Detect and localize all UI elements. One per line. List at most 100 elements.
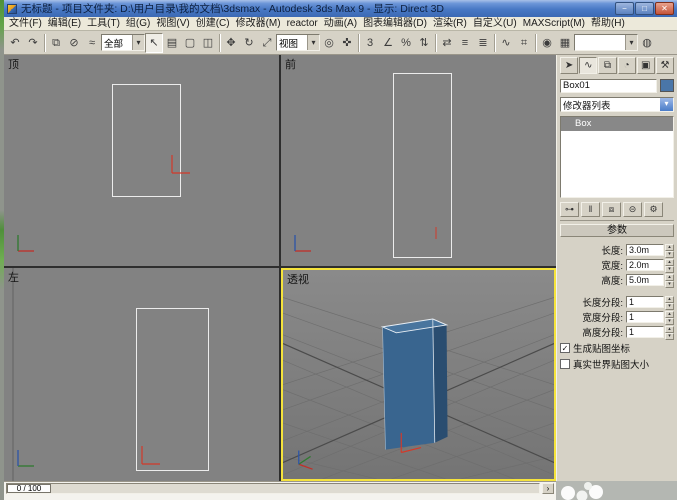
menu-item-tools[interactable]: 工具(T): [84, 17, 123, 30]
quick-render-icon[interactable]: ◍: [638, 33, 656, 53]
time-slider-handle[interactable]: 0 / 100: [7, 484, 51, 493]
reference-coordinate-dropdown[interactable]: 视图 ▾: [276, 34, 320, 51]
menu-item-views[interactable]: 视图(V): [153, 17, 192, 30]
make-unique-button[interactable]: ⧈: [602, 202, 621, 217]
redo-icon[interactable]: ↷: [24, 33, 42, 53]
stack-item-box[interactable]: Box: [561, 117, 673, 131]
menu-item-file[interactable]: 文件(F): [6, 17, 45, 30]
real-world-map-size-checkbox[interactable]: 真实世界贴图大小: [560, 357, 674, 371]
undo-icon[interactable]: ↶: [6, 33, 24, 53]
percent-snap-icon[interactable]: %: [397, 33, 415, 53]
length-segs-field-spinner[interactable]: ▴ ▾: [665, 295, 674, 310]
box-object[interactable]: [380, 318, 449, 450]
close-button[interactable]: ✕: [655, 2, 674, 15]
selection-filter-dropdown[interactable]: 全部 ▾: [101, 34, 145, 51]
height-segs-field[interactable]: 1: [626, 325, 664, 338]
tab-motion[interactable]: ◔: [617, 57, 636, 74]
curve-editor-icon[interactable]: ∿: [497, 33, 515, 53]
modifier-stack-list[interactable]: Box: [560, 116, 674, 198]
configure-modifier-sets-button[interactable]: ⚙: [644, 202, 663, 217]
title-bar[interactable]: 无标题 - 项目文件夹: D:\用户目录\我的文档\3dsmax - Autod…: [4, 0, 677, 17]
spinner-down-icon[interactable]: ▾: [665, 250, 674, 258]
schematic-view-icon[interactable]: ⌗: [515, 33, 533, 53]
select-and-manipulate-icon[interactable]: ✜: [338, 33, 356, 53]
menu-item-rendering[interactable]: 渲染(R): [430, 17, 470, 30]
object-color-swatch[interactable]: [660, 79, 674, 92]
named-selection-sets-dropdown[interactable]: ▾: [574, 34, 638, 51]
select-by-name-icon[interactable]: ▤: [163, 33, 181, 53]
select-and-rotate-icon[interactable]: ↻: [240, 33, 258, 53]
spinner-down-icon[interactable]: ▾: [665, 280, 674, 288]
height-field-spinner[interactable]: ▴ ▾: [665, 273, 674, 288]
viewport-top[interactable]: 顶: [4, 55, 279, 266]
spinner-down-icon[interactable]: ▾: [665, 332, 674, 340]
spinner-up-icon[interactable]: ▴: [665, 310, 674, 318]
menu-item-maxscript[interactable]: MAXScript(M): [520, 17, 588, 30]
object-name-field[interactable]: Box01: [560, 78, 657, 93]
align-icon[interactable]: ≡: [456, 33, 474, 53]
rectangular-selection-region-icon[interactable]: ▢: [181, 33, 199, 53]
tab-modify[interactable]: ∿: [579, 57, 598, 74]
spinner-up-icon[interactable]: ▴: [665, 295, 674, 303]
mirror-icon[interactable]: ⇄: [438, 33, 456, 53]
spinner-down-icon[interactable]: ▾: [665, 265, 674, 273]
viewport-perspective[interactable]: 透视: [281, 268, 556, 481]
menu-item-reactor[interactable]: reactor: [284, 17, 321, 30]
width-field[interactable]: 2.0m: [626, 258, 664, 271]
select-and-scale-icon[interactable]: ⤢: [258, 33, 276, 53]
tab-hierarchy[interactable]: ⧉: [598, 57, 617, 74]
spinner-down-icon[interactable]: ▾: [665, 302, 674, 310]
height-field[interactable]: 5.0m: [626, 273, 664, 286]
window-crossing-icon[interactable]: ◫: [199, 33, 217, 53]
spinner-up-icon[interactable]: ▴: [665, 273, 674, 281]
show-end-result-button[interactable]: ‖: [581, 202, 600, 217]
viewport-front[interactable]: 前: [281, 55, 556, 266]
minimize-button[interactable]: −: [615, 2, 634, 15]
spinner-down-icon[interactable]: ▾: [665, 317, 674, 325]
spinner-up-icon[interactable]: ▴: [665, 258, 674, 266]
viewport-left[interactable]: 左: [4, 268, 279, 481]
maximize-button[interactable]: □: [635, 2, 654, 15]
width-segs-field[interactable]: 1: [626, 310, 664, 323]
parameters-rollout-header[interactable]: 参数: [560, 224, 674, 237]
generate-mapping-coords-checkbox[interactable]: ✓ 生成贴图坐标: [560, 341, 674, 355]
angle-snap-icon[interactable]: ∠: [379, 33, 397, 53]
spinner-up-icon[interactable]: ▴: [665, 325, 674, 333]
tab-create[interactable]: ➤: [560, 57, 579, 74]
select-and-link-icon[interactable]: ⧉: [47, 33, 65, 53]
modifier-list-dropdown[interactable]: 修改器列表 ▾: [560, 97, 674, 112]
spinner-snap-icon[interactable]: ⇅: [415, 33, 433, 53]
height-segs-field-spinner[interactable]: ▴ ▾: [665, 325, 674, 340]
menu-item-modifiers[interactable]: 修改器(M): [233, 17, 284, 30]
viewport-left-label[interactable]: 左: [8, 269, 19, 285]
viewport-front-label[interactable]: 前: [285, 56, 296, 72]
unlink-selection-icon[interactable]: ⊘: [65, 33, 83, 53]
length-segs-field[interactable]: 1: [626, 295, 664, 308]
select-and-move-icon[interactable]: ✥: [222, 33, 240, 53]
menu-item-create[interactable]: 创建(C): [193, 17, 233, 30]
length-field-spinner[interactable]: ▴ ▾: [665, 243, 674, 258]
bind-to-space-warp-icon[interactable]: ≈: [83, 33, 101, 53]
menu-item-customize[interactable]: 自定义(U): [470, 17, 520, 30]
length-field[interactable]: 3.0m: [626, 243, 664, 256]
width-segs-field-spinner[interactable]: ▴ ▾: [665, 310, 674, 325]
menu-item-edit[interactable]: 编辑(E): [45, 17, 84, 30]
menu-item-help[interactable]: 帮助(H): [588, 17, 628, 30]
select-object-icon[interactable]: ↖: [145, 32, 163, 53]
material-editor-icon[interactable]: ◉: [538, 33, 556, 53]
render-setup-icon[interactable]: ▦: [556, 33, 574, 53]
menu-item-group[interactable]: 组(G): [123, 17, 153, 30]
viewport-perspective-label[interactable]: 透视: [287, 271, 309, 287]
viewport-top-label[interactable]: 顶: [8, 56, 19, 72]
remove-modifier-button[interactable]: ⊝: [623, 202, 642, 217]
spinner-up-icon[interactable]: ▴: [665, 243, 674, 251]
tab-utilities[interactable]: ⚒: [655, 57, 675, 74]
menu-item-graph-editors[interactable]: 图表编辑器(D): [360, 17, 430, 30]
snap-toggle-3d-icon[interactable]: 3: [361, 33, 379, 53]
width-field-spinner[interactable]: ▴ ▾: [665, 258, 674, 273]
pin-stack-button[interactable]: ⊶: [560, 202, 579, 217]
time-slider-rail[interactable]: 0 / 100: [6, 483, 540, 494]
next-frame-button[interactable]: ›: [542, 483, 554, 494]
use-pivot-center-icon[interactable]: ◎: [320, 33, 338, 53]
layer-manager-icon[interactable]: ≣: [474, 33, 492, 53]
